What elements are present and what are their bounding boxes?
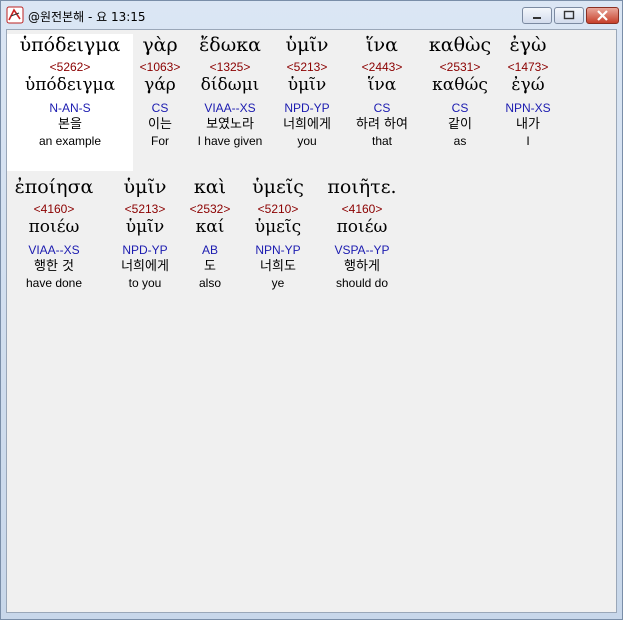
close-icon	[597, 10, 608, 21]
korean-gloss: 같이	[448, 117, 472, 132]
korean-gloss: 내가	[516, 117, 540, 132]
lemma: γάρ	[144, 75, 176, 95]
strong-number: <2532>	[189, 202, 231, 216]
word-cell[interactable]: γὰρ <1063> γάρ CS 이는 For	[133, 34, 187, 148]
greek-word: ὑπόδειγμα	[19, 34, 121, 56]
application-window: @원전본해 - 요 13:15 ὑπόδειγμα <5262> ὑπόδειγ…	[0, 0, 623, 620]
morphology-code: NPN-XS	[505, 101, 551, 115]
strong-number: <5213>	[286, 60, 328, 74]
maximize-button[interactable]	[554, 7, 584, 24]
korean-gloss: 행한 것	[33, 259, 74, 274]
korean-gloss: 너희에게	[121, 259, 169, 274]
english-gloss: that	[371, 134, 392, 148]
lemma: καθώς	[432, 75, 488, 95]
greek-word: ἔδωκα	[199, 34, 261, 56]
strong-number: <2531>	[439, 60, 481, 74]
lemma: ἐγώ	[511, 75, 545, 95]
morphology-code: VIAA--XS	[204, 101, 256, 115]
word-cell[interactable]: ὑμεῖς <5210> ὑμεῖς NPN-YP 너희도 ye	[241, 176, 315, 290]
close-button[interactable]	[586, 7, 619, 24]
english-gloss: you	[297, 134, 317, 148]
word-cell[interactable]: καὶ <2532> καί AB 도 also	[185, 176, 235, 290]
strong-number: <4160>	[33, 202, 75, 216]
word-cell[interactable]: ποιῆτε. <4160> ποιέω VSPA--YP 행하게 should…	[317, 176, 407, 290]
english-gloss: I	[526, 134, 530, 148]
morphology-code: VSPA--YP	[334, 243, 390, 257]
strong-number: <1325>	[209, 60, 251, 74]
lemma: καί	[195, 217, 225, 237]
lemma: ποιέω	[28, 217, 80, 237]
strong-number: <1063>	[139, 60, 181, 74]
korean-gloss: 하려 하여	[356, 117, 408, 132]
greek-word: ἐποίησα	[14, 176, 94, 198]
korean-gloss: 이는	[148, 117, 172, 132]
greek-word: καθὼς	[428, 34, 492, 56]
lemma: ποιέω	[336, 217, 388, 237]
english-gloss: ye	[271, 276, 285, 290]
word-cell[interactable]: ὑπόδειγμα <5262> ὑπόδειγμα N-AN-S 본을 an …	[7, 34, 133, 171]
lemma: δίδωμι	[200, 75, 260, 95]
app-logo-icon	[6, 6, 24, 24]
greek-word: ὑμεῖς	[252, 176, 304, 198]
greek-word: ἵνα	[366, 34, 398, 56]
greek-word: ἐγὼ	[509, 34, 547, 56]
english-gloss: I have given	[197, 134, 263, 148]
morphology-code: VIAA--XS	[28, 243, 80, 257]
morphology-code: CS	[151, 101, 169, 115]
english-gloss: as	[453, 134, 467, 148]
lemma: ὑπόδειγμα	[24, 75, 116, 95]
greek-word: ὑμῖν	[285, 34, 329, 56]
word-cell[interactable]: ἵνα <2443> ἵνα CS 하려 하여 that	[341, 34, 423, 148]
english-gloss: an example	[38, 134, 102, 148]
word-cell[interactable]: καθὼς <2531> καθώς CS 같이 as	[423, 34, 497, 148]
title-bar[interactable]: @원전본해 - 요 13:15	[1, 1, 622, 29]
greek-word: γὰρ	[142, 34, 178, 56]
lemma: ὑμῖν	[287, 75, 327, 95]
korean-gloss: 도	[204, 259, 216, 274]
strong-number: <1473>	[507, 60, 549, 74]
lemma: ἵνα	[367, 75, 397, 95]
minimize-button[interactable]	[522, 7, 552, 24]
english-gloss: For	[151, 134, 169, 148]
english-gloss: to you	[128, 276, 162, 290]
korean-gloss: 행하게	[344, 259, 380, 274]
strong-number: <5210>	[257, 202, 299, 216]
korean-gloss: 너희에게	[283, 117, 331, 132]
korean-gloss: 보였노라	[206, 117, 254, 132]
maximize-icon	[563, 10, 575, 20]
lemma: ὑμεῖς	[254, 217, 302, 237]
morphology-code: CS	[451, 101, 469, 115]
greek-word: ὑμῖν	[123, 176, 167, 198]
strong-number: <2443>	[361, 60, 403, 74]
morphology-code: NPD-YP	[284, 101, 330, 115]
morphology-code: CS	[373, 101, 391, 115]
word-cell[interactable]: ἔδωκα <1325> δίδωμι VIAA--XS 보였노라 I have…	[187, 34, 273, 148]
minimize-icon	[533, 17, 541, 19]
lemma: ὑμῖν	[125, 217, 165, 237]
strong-number: <5213>	[124, 202, 166, 216]
word-cell[interactable]: ἐποίησα <4160> ποιέω VIAA--XS 행한 것 have …	[7, 176, 101, 290]
morphology-code: AB	[201, 243, 218, 257]
greek-word: ποιῆτε.	[327, 176, 397, 198]
english-gloss: have done	[25, 276, 83, 290]
korean-gloss: 본을	[58, 117, 82, 132]
greek-word: καὶ	[193, 176, 227, 198]
morphology-code: N-AN-S	[49, 101, 91, 115]
korean-gloss: 너희도	[260, 259, 296, 274]
english-gloss: should do	[335, 276, 389, 290]
strong-number: <5262>	[49, 60, 91, 74]
english-gloss: also	[198, 276, 221, 290]
window-title: @원전본해 - 요 13:15	[28, 10, 146, 24]
word-cell[interactable]: ὑμῖν <5213> ὑμῖν NPD-YP 너희에게 you	[273, 34, 341, 148]
word-cell[interactable]: ὑμῖν <5213> ὑμῖν NPD-YP 너희에게 to you	[111, 176, 179, 290]
morphology-code: NPN-YP	[255, 243, 301, 257]
word-cell[interactable]: ἐγὼ <1473> ἐγώ NPN-XS 내가 I	[497, 34, 559, 148]
strong-number: <4160>	[341, 202, 383, 216]
morphology-code: NPD-YP	[122, 243, 168, 257]
interlinear-text-area[interactable]: ὑπόδειγμα <5262> ὑπόδειγμα N-AN-S 본을 an …	[6, 29, 617, 613]
